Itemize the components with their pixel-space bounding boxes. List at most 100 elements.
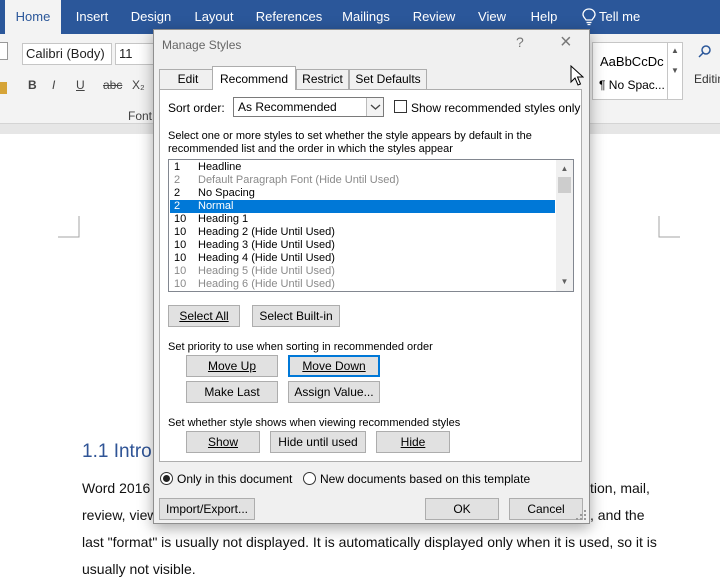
assign-value-label: Assign Value... — [294, 385, 374, 399]
style-name: Headline — [198, 161, 242, 173]
tab-recommend[interactable]: Recommend — [212, 66, 296, 90]
style-name: Default Paragraph Font (Hide Until Used) — [198, 174, 400, 186]
move-up-button[interactable]: Move Up — [186, 355, 278, 377]
close-icon[interactable]: × — [560, 31, 572, 54]
chevron-down-icon — [366, 98, 383, 116]
bold-button[interactable]: B — [28, 78, 37, 92]
new-documents-radio[interactable] — [303, 472, 316, 485]
instructions-line: Select one or more styles to set whether… — [168, 130, 532, 142]
scroll-thumb[interactable] — [558, 177, 571, 193]
style-gallery-scroll[interactable]: ▲ ▼ — [667, 42, 683, 100]
list-item[interactable]: 2 Default Paragraph Font (Hide Until Used… — [170, 174, 555, 187]
underline-button[interactable]: U — [76, 78, 85, 92]
italic-button[interactable]: I — [52, 78, 55, 92]
only-this-document-radio[interactable] — [160, 472, 173, 485]
document-text-line: Word 2016 — [82, 480, 151, 496]
styles-list[interactable]: 1 Headline 2 Default Paragraph Font (Hide U… — [168, 159, 574, 292]
list-item[interactable]: 10 Heading 2 (Hide Until Used) — [170, 226, 555, 239]
hide-button[interactable]: Hide — [376, 431, 450, 453]
new-documents-label: New documents based on this template — [320, 472, 531, 486]
help-icon[interactable]: ? — [516, 34, 524, 50]
show-button[interactable]: Show — [186, 431, 260, 453]
style-name: Normal — [198, 200, 234, 212]
strikethrough-button[interactable]: abc — [103, 78, 122, 92]
page-margin-corner — [658, 216, 680, 238]
dialog-title: Manage Styles — [162, 38, 242, 52]
move-up-label: Move Up — [207, 359, 257, 373]
select-all-button[interactable]: Select All — [168, 305, 240, 327]
manage-styles-dialog: Manage Styles ? × Edit Recommend Restric… — [153, 29, 590, 524]
font-name-combo[interactable]: Calibri (Body) — [22, 43, 112, 65]
style-gallery-item[interactable]: AaBbCcDc ¶ No Spac... — [592, 42, 668, 100]
show-recommended-checkbox[interactable] — [394, 100, 407, 113]
make-last-button[interactable]: Make Last — [186, 381, 278, 403]
page-margin-corner — [58, 216, 80, 238]
style-name: Heading 4 (Hide Until Used) — [198, 252, 335, 264]
search-icon[interactable] — [698, 44, 712, 58]
make-last-label: Make Last — [204, 385, 260, 399]
list-item[interactable]: 10 Heading 3 (Hide Until Used) — [170, 239, 555, 252]
tab-restrict[interactable]: Restrict — [296, 69, 349, 89]
cancel-button[interactable]: Cancel — [509, 498, 583, 520]
sort-order-value: As Recommended — [238, 100, 337, 114]
tab-insert[interactable]: Insert — [66, 0, 118, 34]
tab-edit[interactable]: Edit — [159, 69, 217, 89]
visibility-label: Set whether style shows when viewing rec… — [168, 417, 461, 429]
show-recommended-label: Show recommended styles only — [411, 101, 581, 115]
sort-order-label: Sort order: — [168, 101, 225, 115]
style-priority: 10 — [174, 278, 187, 290]
style-priority: 10 — [174, 226, 187, 238]
ok-label: OK — [453, 502, 471, 516]
import-export-button[interactable]: Import/Export... — [159, 498, 255, 520]
style-name: Heading 6 (Hide Until Used) — [198, 278, 335, 290]
list-item[interactable]: 2 Normal — [170, 200, 555, 213]
font-size-combo[interactable]: 11 — [115, 43, 155, 65]
style-priority: 10 — [174, 252, 187, 264]
select-builtin-label: Select Built-in — [259, 309, 333, 323]
format-painter-icon[interactable] — [0, 82, 7, 94]
style-name: Heading 5 (Hide Until Used) — [198, 265, 335, 277]
cancel-label: Cancel — [527, 502, 565, 516]
sort-order-select[interactable]: As Recommended — [233, 97, 384, 117]
import-export-label: Import/Export... — [165, 502, 249, 516]
style-name: Heading 3 (Hide Until Used) — [198, 239, 335, 251]
style-name-text: ¶ No Spac... — [599, 78, 665, 92]
style-priority: 1 — [174, 161, 181, 173]
list-item[interactable]: 10 Heading 6 (Hide Until Used) — [170, 278, 555, 291]
list-item[interactable]: 1 Headline — [170, 161, 555, 174]
hide-until-used-button[interactable]: Hide until used — [270, 431, 366, 453]
chevron-down-icon: ▼ — [671, 66, 679, 75]
document-text-line: tion, mail, — [590, 480, 650, 496]
scroll-up-icon[interactable]: ▲ — [556, 160, 573, 177]
resize-grip-icon[interactable] — [575, 509, 587, 521]
style-name: No Spacing — [198, 187, 255, 199]
mouse-cursor-icon — [570, 65, 584, 86]
hide-label: Hide — [400, 435, 426, 449]
list-item[interactable]: 2 No Spacing — [170, 187, 555, 200]
document-text-line: last "format" is usually not displayed. … — [82, 534, 657, 550]
tab-home[interactable]: Home — [5, 0, 61, 34]
scroll-down-icon[interactable]: ▼ — [556, 273, 573, 290]
tab-set-defaults[interactable]: Set Defaults — [349, 69, 427, 89]
list-scrollbar[interactable]: ▲ ▼ — [556, 160, 573, 291]
lightbulb-icon — [582, 8, 596, 26]
clipboard-icon[interactable] — [0, 42, 8, 60]
subscript-button[interactable]: X₂ — [132, 78, 145, 92]
editing-group-label[interactable]: Editin — [694, 72, 720, 86]
style-preview-text: AaBbCcDc — [600, 54, 664, 69]
list-item[interactable]: 10 Heading 1 — [170, 213, 555, 226]
select-all-label: Select All — [179, 309, 229, 323]
document-text-line: review, view — [82, 507, 158, 523]
list-item[interactable]: 10 Heading 5 (Hide Until Used) — [170, 265, 555, 278]
list-item[interactable]: 10 Heading 4 (Hide Until Used) — [170, 252, 555, 265]
move-down-button[interactable]: Move Down — [288, 355, 380, 377]
assign-value-button[interactable]: Assign Value... — [288, 381, 380, 403]
select-builtin-button[interactable]: Select Built-in — [252, 305, 340, 327]
tell-me-label: Tell me — [599, 9, 641, 24]
hide-until-used-label: Hide until used — [278, 435, 358, 449]
priority-label: Set priority to use when sorting in reco… — [168, 341, 433, 353]
document-heading: 1.1 Intro — [82, 441, 152, 462]
ok-button[interactable]: OK — [425, 498, 499, 520]
document-text-line: usually not visible. — [82, 561, 196, 577]
style-name: Heading 1 — [198, 213, 249, 225]
